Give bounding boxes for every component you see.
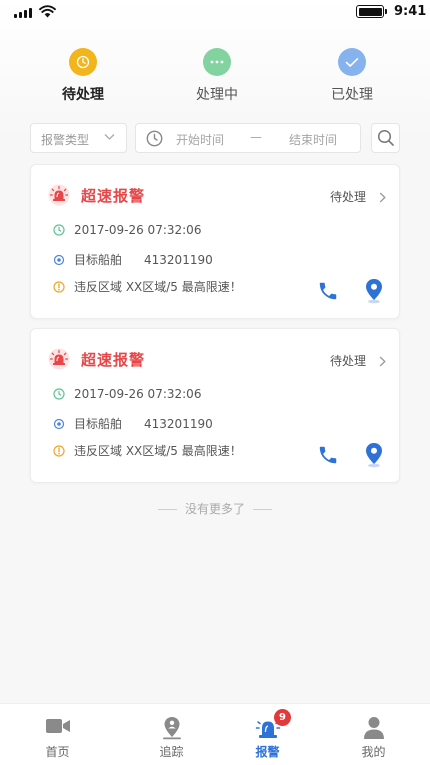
chevron-right-icon[interactable] [379,356,386,367]
end-time-input[interactable]: 结束时间 [289,131,337,148]
alarm-card[interactable]: 超速报警 待处理 2017-09-26 07:32:06 目标船舶 413201… [30,328,400,483]
nav-label-profile: 我的 [361,745,386,759]
alarm-time: 2017-09-26 07:32:06 [74,223,202,237]
warning-icon [53,280,65,293]
clock-icon [53,224,65,236]
target-icon [53,418,65,429]
target-label: 目标船舶 [74,417,123,431]
user-icon [363,717,384,739]
clock-icon [53,388,65,400]
tab-processed-label: 已处理 [331,87,373,103]
video-icon [45,719,70,733]
violation-text: 违反区域 XX区域/5 最高限速！ [74,444,242,458]
alarm-status: 待处理 [330,190,367,204]
tab-pending-label: 待处理 [62,87,104,103]
tab-processing[interactable]: 处理中 [162,48,272,104]
start-time-input[interactable]: 开始时间 [176,131,224,148]
alarm-target-row: 目标船舶 413201190 [53,415,213,432]
nav-item-home[interactable]: 首页 [4,704,111,765]
alarm-type-placeholder: 报警类型 [41,133,90,147]
tab-processed[interactable]: 已处理 [297,48,407,104]
alarm-time: 2017-09-26 07:32:06 [74,387,202,401]
map-pin-icon[interactable] [364,278,384,304]
alarm-violation-row: 违反区域 XX区域/5 最高限速！ [53,278,242,295]
alarm-siren-icon [48,348,70,370]
phone-icon[interactable] [317,444,339,466]
tab-pending[interactable]: 待处理 [28,48,138,104]
signal-icon [14,8,34,18]
alarm-violation-row: 违反区域 XX区域/5 最高限速！ [53,442,242,459]
location-person-icon [162,717,181,740]
nav-item-profile[interactable]: 我的 [320,704,427,765]
time-range-picker[interactable]: 开始时间 — 结束时间 [135,123,361,153]
chevron-down-icon [104,134,115,140]
target-label: 目标船舶 [74,253,123,267]
nav-item-track[interactable]: 追踪 [118,704,225,765]
status-time: 9:41 [394,4,427,19]
nav-item-alarm[interactable]: 9 报警 [214,704,321,765]
processed-status-icon [338,48,366,76]
alarm-count-badge: 9 [274,709,291,726]
alarm-title: 超速报警 [81,187,146,205]
bottom-nav: 首页 追踪 9 报警 我的 [0,703,430,765]
processing-status-icon [203,48,231,76]
warning-icon [53,444,65,457]
clock-icon [146,130,163,147]
alarm-title: 超速报警 [81,351,146,369]
nav-label-track: 追踪 [159,745,184,759]
alarm-card[interactable]: 超速报警 待处理 2017-09-26 07:32:06 目标船舶 413201… [30,164,400,319]
alarm-time-row: 2017-09-26 07:32:06 [53,223,201,237]
target-vessel-id: 413201190 [144,252,213,267]
alarm-type-select[interactable]: 报警类型 [30,123,127,153]
status-bar: 9:41 [0,0,430,26]
target-vessel-id: 413201190 [144,416,213,431]
nav-label-alarm: 报警 [255,745,280,759]
chevron-right-icon[interactable] [379,192,386,203]
alarm-target-row: 目标船舶 413201190 [53,251,213,268]
pending-status-icon [69,48,97,76]
tab-processing-label: 处理中 [196,87,238,103]
nav-label-home: 首页 [45,745,70,759]
target-icon [53,254,65,265]
phone-icon[interactable] [317,280,339,302]
search-button[interactable] [371,123,400,153]
wifi-icon [39,5,56,18]
alarm-siren-icon [48,184,70,206]
list-end-indicator: 没有更多了 [0,500,430,517]
battery-icon [356,5,387,18]
violation-text: 违反区域 XX区域/5 最高限速！ [74,280,242,294]
alarm-time-row: 2017-09-26 07:32:06 [53,387,201,401]
time-separator: — [250,130,262,144]
search-icon [377,129,394,146]
map-pin-icon[interactable] [364,442,384,468]
alarm-status: 待处理 [330,354,367,368]
